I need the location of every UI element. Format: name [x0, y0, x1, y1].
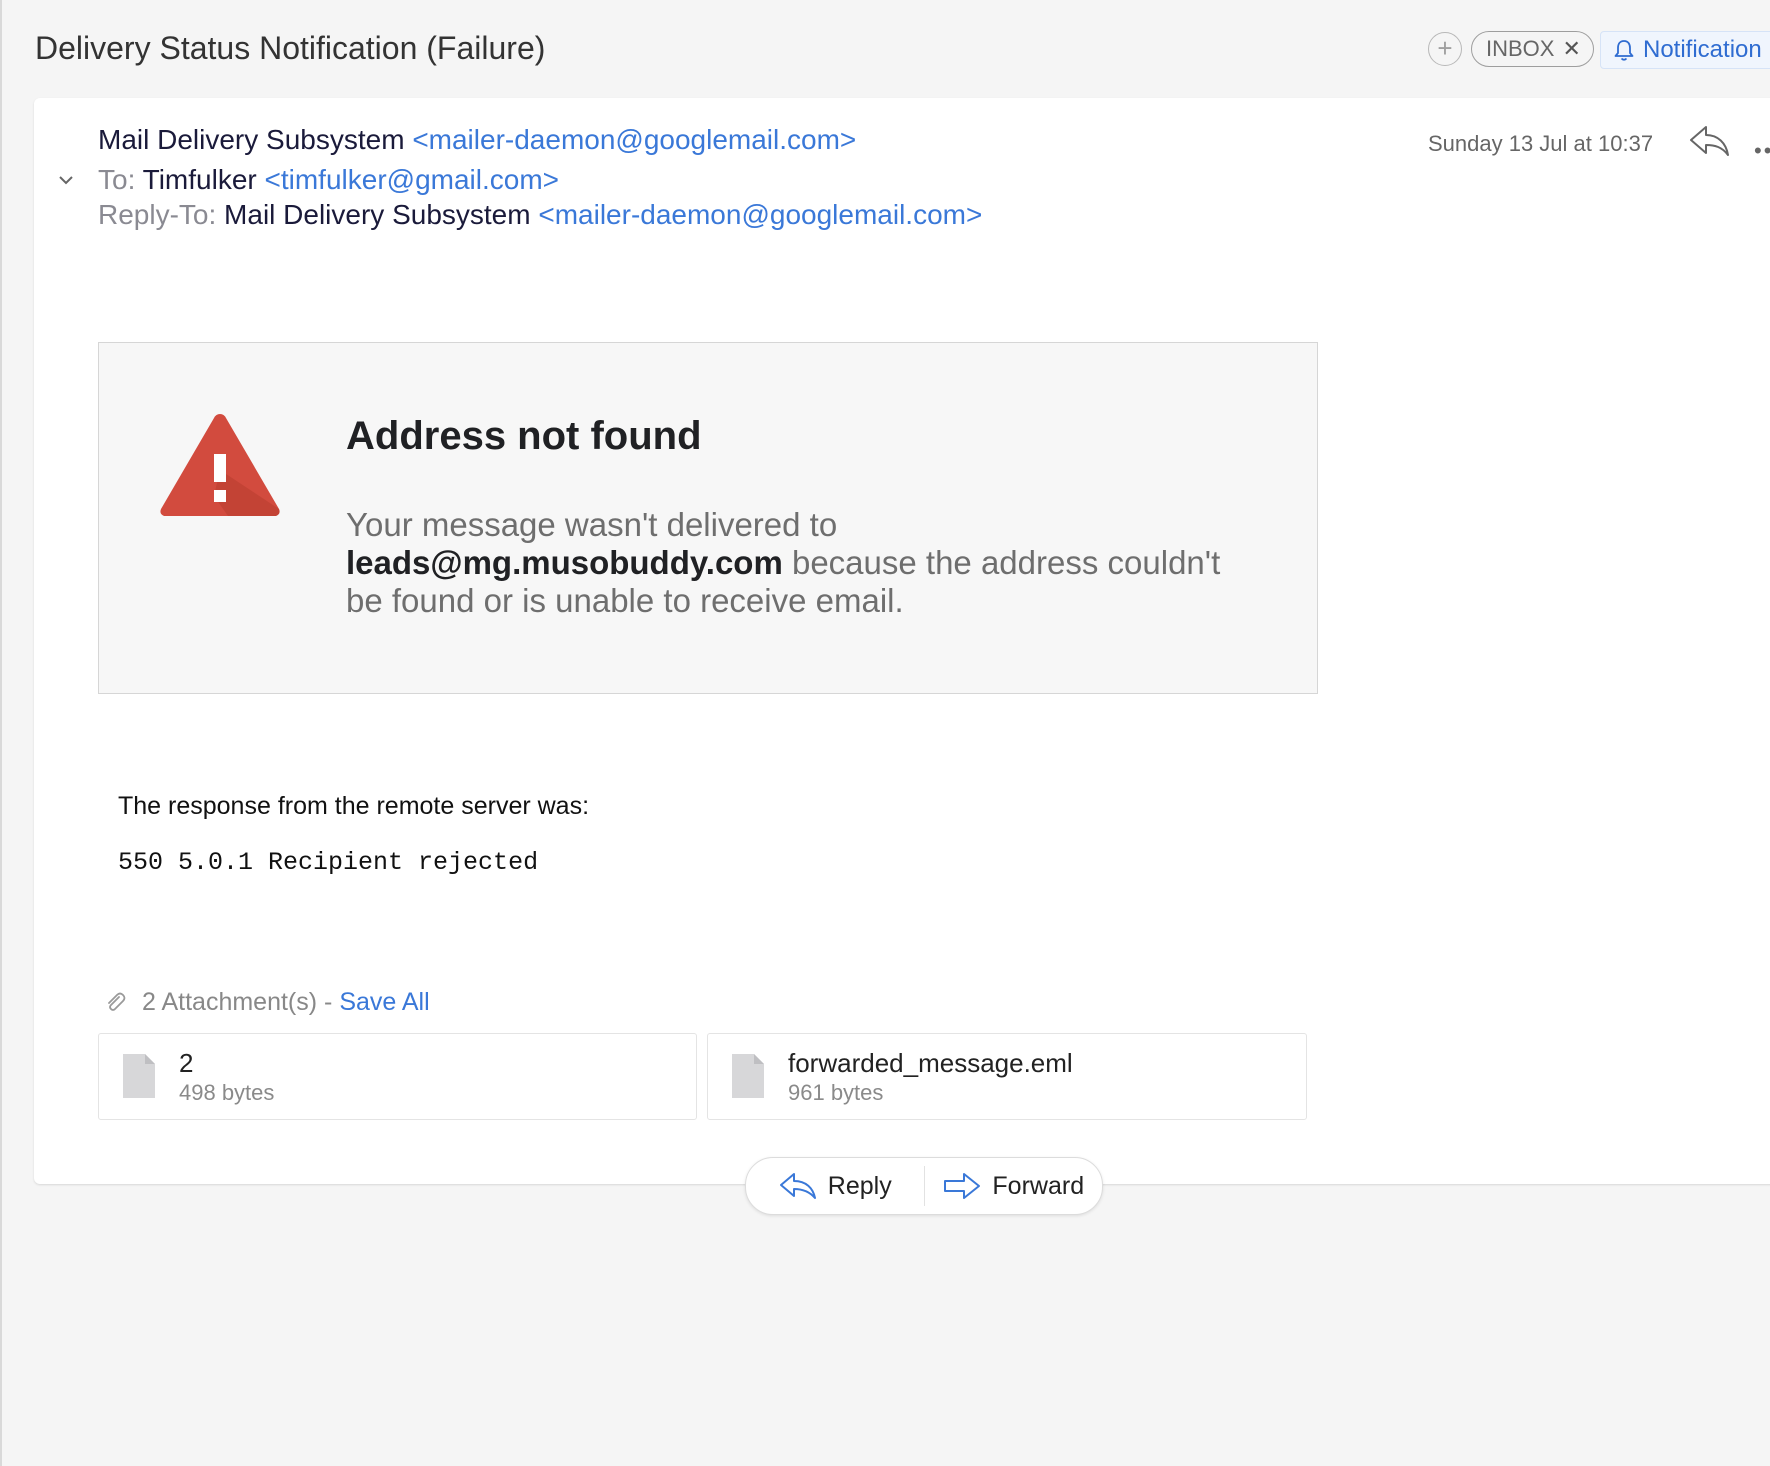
reply-icon[interactable]	[1688, 123, 1730, 159]
left-divider	[0, 0, 2, 1466]
recipient-name: Timfulker	[142, 164, 257, 195]
reply-label: Reply	[827, 1171, 892, 1200]
reply-arrow-icon	[779, 1173, 816, 1199]
error-text-before: Your message wasn't delivered to	[346, 506, 838, 543]
file-icon	[732, 1054, 764, 1098]
failed-address: leads@mg.musobuddy.com	[346, 544, 783, 581]
sender-name: Mail Delivery Subsystem	[98, 124, 405, 155]
to-label: To:	[98, 164, 136, 195]
sender-email-link[interactable]: <mailer-daemon@googlemail.com>	[412, 124, 856, 155]
recipient-email-link[interactable]: <timfulker@gmail.com>	[265, 164, 560, 195]
server-response-label: The response from the remote server was:	[118, 792, 590, 820]
forward-button[interactable]: Forward	[925, 1158, 1103, 1214]
attachment-item[interactable]: forwarded_message.eml 961 bytes	[707, 1033, 1307, 1120]
attachment-size: 961 bytes	[788, 1080, 884, 1105]
from-line: Mail Delivery Subsystem <mailer-daemon@g…	[98, 124, 856, 156]
attachment-size: 498 bytes	[179, 1080, 275, 1105]
attachment-name: 2	[179, 1048, 194, 1078]
reply-button[interactable]: Reply	[746, 1158, 924, 1214]
notification-button[interactable]: Notification	[1600, 31, 1770, 69]
message-date: Sunday 13 Jul at 10:37	[1428, 131, 1654, 156]
inbox-label-text: INBOX	[1486, 36, 1555, 61]
file-icon	[123, 1054, 155, 1098]
save-all-link[interactable]: Save All	[339, 988, 429, 1016]
attachments-count: 2 Attachment(s) -	[142, 988, 333, 1016]
notification-label: Notification	[1643, 36, 1762, 63]
attachment-item[interactable]: 2 498 bytes	[98, 1033, 697, 1120]
bell-icon	[1614, 40, 1634, 61]
reply-to-email-link[interactable]: <mailer-daemon@googlemail.com>	[538, 199, 982, 230]
more-options-icon[interactable]: ••	[1754, 138, 1770, 164]
reply-to-line: Reply-To: Mail Delivery Subsystem <maile…	[98, 199, 982, 231]
collapse-details-chevron-icon[interactable]	[56, 170, 76, 190]
inbox-label-chip[interactable]: INBOX ✕	[1471, 31, 1594, 67]
paperclip-icon	[108, 992, 126, 1011]
warning-triangle-icon	[160, 414, 280, 516]
to-line: To: Timfulker <timfulker@gmail.com>	[98, 164, 559, 196]
error-title: Address not found	[346, 414, 702, 458]
server-response-code: 550 5.0.1 Recipient rejected	[118, 848, 539, 877]
reply-forward-bar: Reply Forward	[745, 1157, 1103, 1215]
forward-label: Forward	[992, 1171, 1085, 1200]
add-label-button[interactable]: +	[1428, 32, 1462, 66]
forward-arrow-icon	[944, 1173, 981, 1199]
plus-icon: +	[1437, 33, 1453, 63]
email-subject: Delivery Status Notification (Failure)	[35, 30, 546, 66]
reply-to-name: Mail Delivery Subsystem	[224, 199, 531, 230]
remove-label-icon[interactable]: ✕	[1562, 36, 1580, 62]
attachment-name: forwarded_message.eml	[788, 1048, 1073, 1078]
attachments-header: 2 Attachment(s) - Save All	[104, 988, 430, 1017]
error-description: Your message wasn't delivered to leads@m…	[346, 506, 1246, 620]
reply-to-label: Reply-To:	[98, 199, 217, 230]
